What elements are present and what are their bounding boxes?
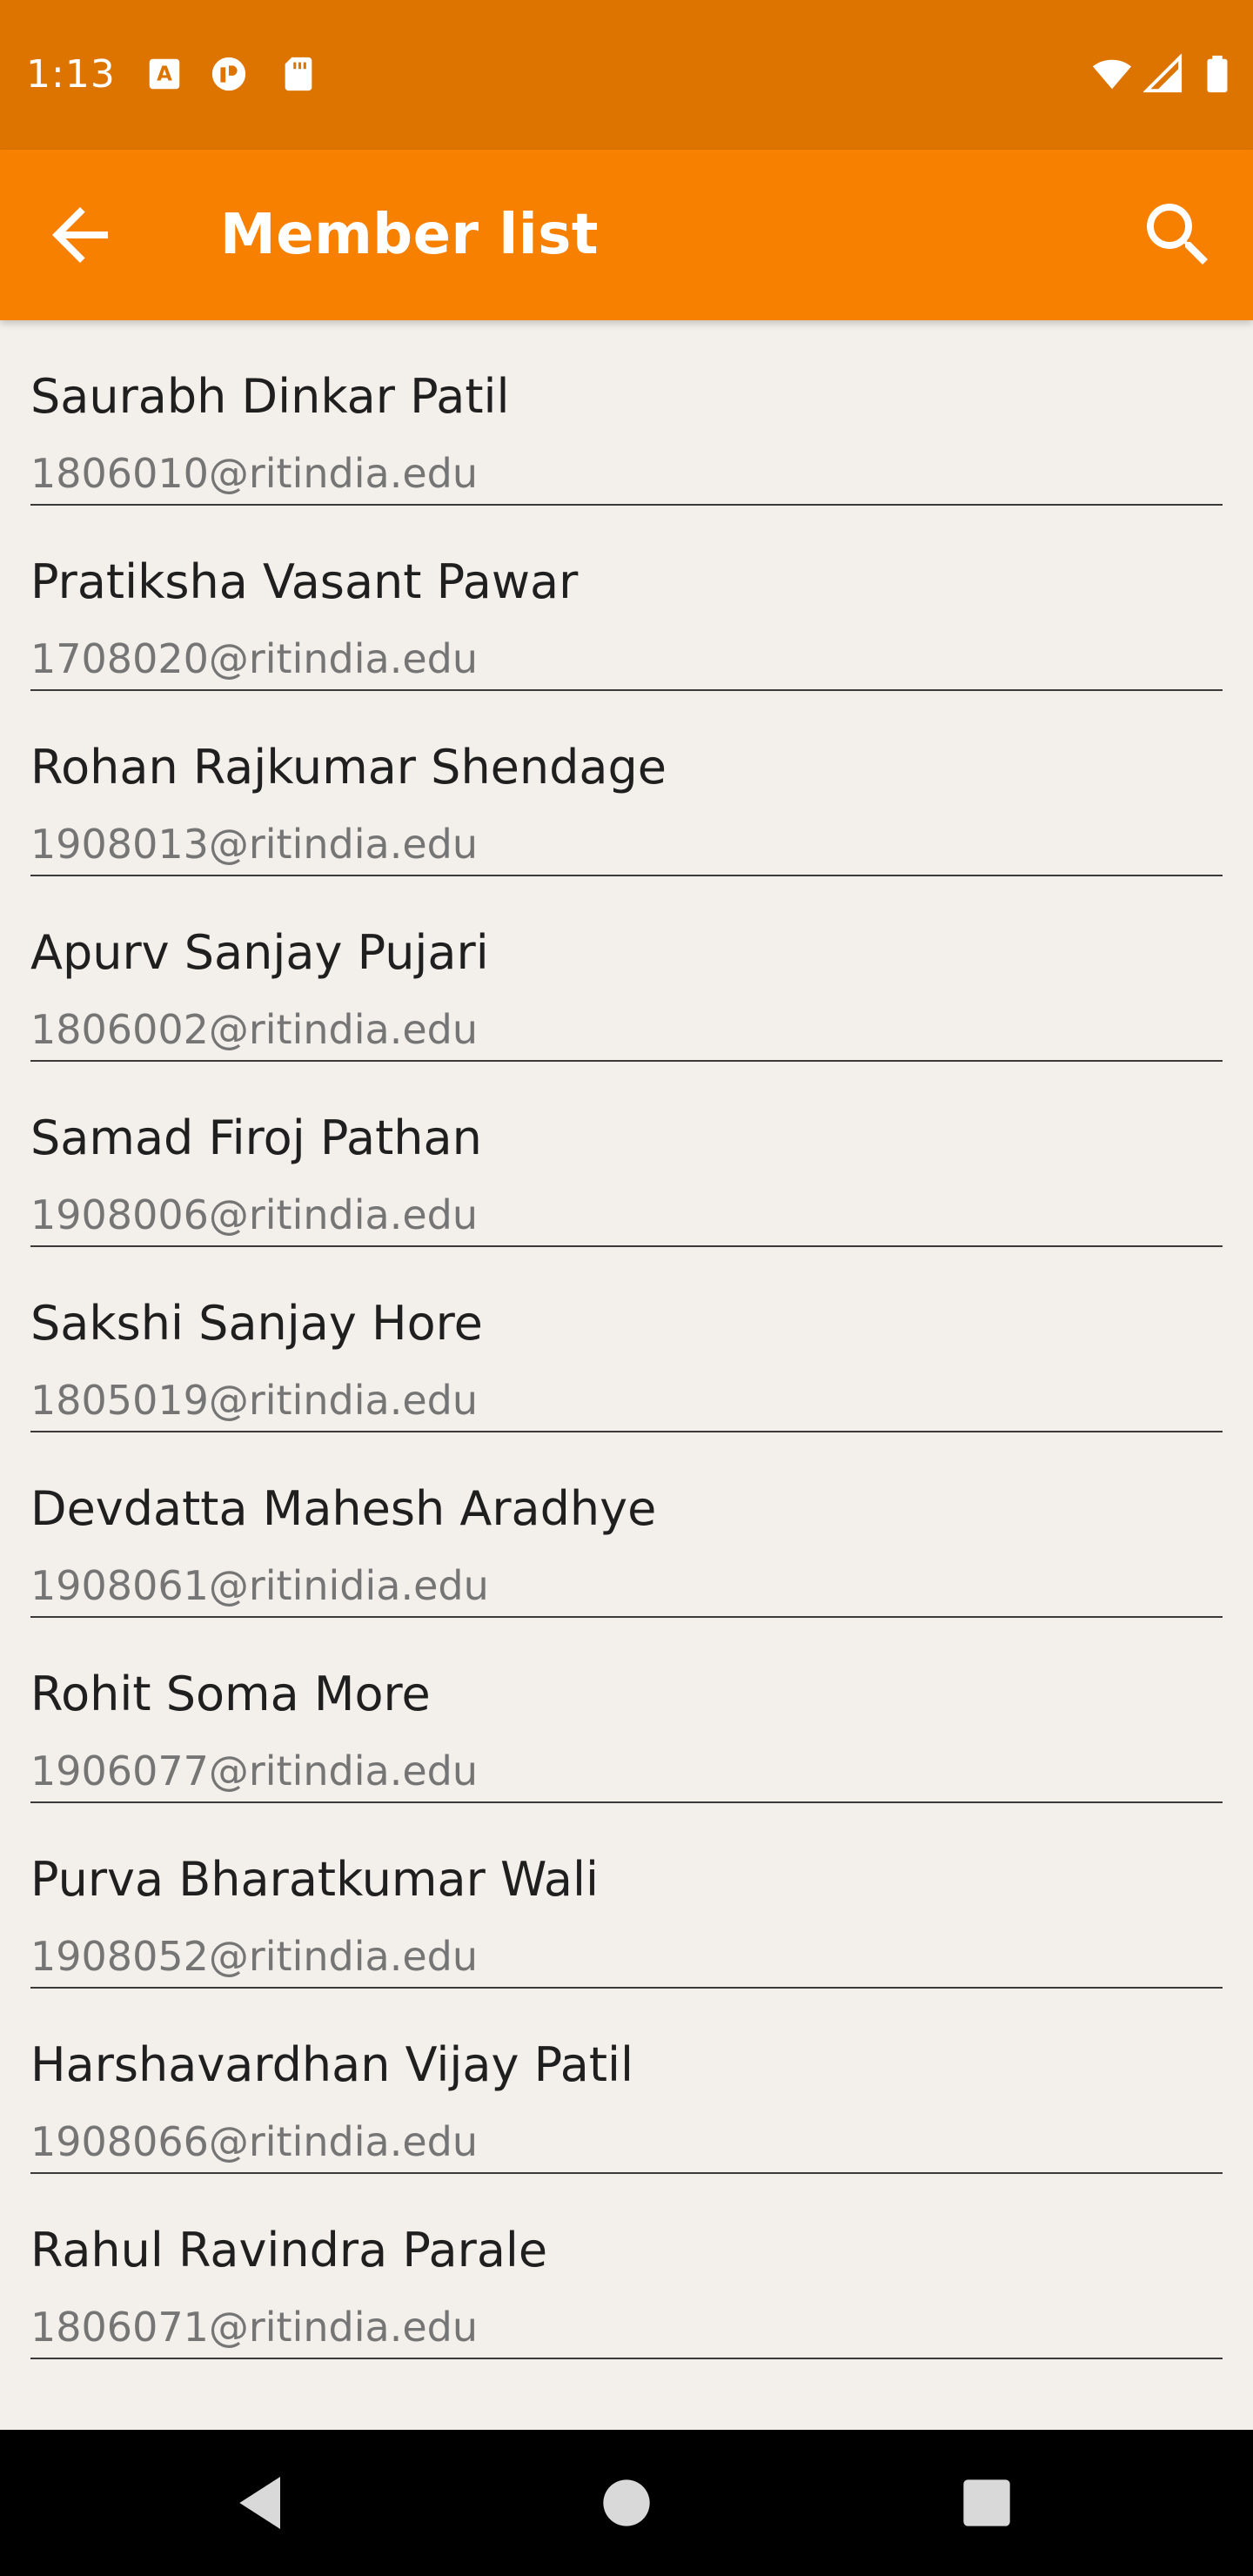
member-email: 1806071@ritindia.edu (30, 2304, 478, 2351)
list-item[interactable] (30, 2359, 1223, 2430)
member-email: 1805019@ritindia.edu (30, 1377, 478, 1424)
svg-text:A: A (157, 64, 172, 86)
member-name: Saurabh Dinkar Patil (30, 369, 510, 424)
member-name: Harshavardhan Vijay Patil (30, 2037, 634, 2092)
battery-icon (1197, 54, 1237, 94)
arrow-left-icon (52, 207, 108, 263)
wifi-icon (1092, 54, 1132, 94)
sim-card-alt-icon (209, 54, 249, 94)
member-email: 1908061@ritinidia.edu (30, 1562, 489, 1609)
member-name: Devdatta Mahesh Aradhye (30, 1481, 657, 1536)
home-circle-icon (603, 2479, 650, 2526)
cell-signal-icon (1143, 54, 1183, 94)
member-email: 1908006@ritindia.edu (30, 1191, 478, 1238)
recents-square-icon (963, 2479, 1010, 2526)
member-name: Pratiksha Vasant Pawar (30, 554, 579, 609)
member-email: 1908066@ritindia.edu (30, 2118, 478, 2165)
list-item[interactable]: Sakshi Sanjay Hore 1805019@ritindia.edu (30, 1247, 1223, 1432)
list-item[interactable]: Pratiksha Vasant Pawar 1708020@ritindia.… (30, 506, 1223, 691)
search-icon (1147, 204, 1208, 265)
member-email: 1806002@ritindia.edu (30, 1006, 478, 1053)
sd-card-icon (278, 54, 318, 94)
member-email: 1908052@ritindia.edu (30, 1933, 478, 1980)
back-button[interactable] (38, 193, 122, 277)
nav-back-button[interactable] (228, 2468, 298, 2538)
search-button[interactable] (1136, 193, 1220, 277)
member-email: 1806010@ritindia.edu (30, 450, 478, 497)
member-email: 1906077@ritindia.edu (30, 1748, 478, 1794)
nav-home-button[interactable] (592, 2468, 661, 2538)
member-name: Samad Firoj Pathan (30, 1110, 482, 1165)
text-a-icon: A (144, 54, 184, 94)
member-name: Apurv Sanjay Pujari (30, 925, 489, 980)
list-item[interactable]: Apurv Sanjay Pujari 1806002@ritindia.edu (30, 876, 1223, 1062)
member-name: Purva Bharatkumar Wali (30, 1852, 600, 1907)
app-bar: Member list (0, 150, 1253, 320)
list-item[interactable]: Devdatta Mahesh Aradhye 1908061@ritinidi… (30, 1432, 1223, 1618)
back-triangle-icon (239, 2477, 280, 2529)
member-name: Rahul Ravindra Parale (30, 2223, 548, 2277)
list-item[interactable]: Rohit Soma More 1906077@ritindia.edu (30, 1618, 1223, 1803)
list-item[interactable]: Rahul Ravindra Parale 1806071@ritindia.e… (30, 2174, 1223, 2359)
status-time: 1:13 (26, 52, 116, 97)
member-list[interactable]: Saurabh Dinkar Patil 1806010@ritindia.ed… (0, 320, 1253, 2430)
list-item[interactable]: Purva Bharatkumar Wali 1908052@ritindia.… (30, 1803, 1223, 1989)
member-name: Rohit Soma More (30, 1667, 431, 1721)
member-name: Sakshi Sanjay Hore (30, 1296, 483, 1351)
nav-recents-button[interactable] (952, 2468, 1022, 2538)
status-bar: 1:13 A (0, 0, 1253, 150)
list-item[interactable]: Harshavardhan Vijay Patil 1908066@ritind… (30, 1989, 1223, 2174)
list-item[interactable]: Samad Firoj Pathan 1908006@ritindia.edu (30, 1062, 1223, 1247)
member-name: Rohan Rajkumar Shendage (30, 740, 667, 795)
member-email: 1708020@ritindia.edu (30, 635, 478, 682)
list-item[interactable]: Rohan Rajkumar Shendage 1908013@ritindia… (30, 691, 1223, 876)
navigation-bar (0, 2430, 1253, 2576)
list-item[interactable]: Saurabh Dinkar Patil 1806010@ritindia.ed… (30, 320, 1223, 506)
member-email: 1908013@ritindia.edu (30, 821, 478, 868)
page-title: Member list (220, 203, 599, 267)
